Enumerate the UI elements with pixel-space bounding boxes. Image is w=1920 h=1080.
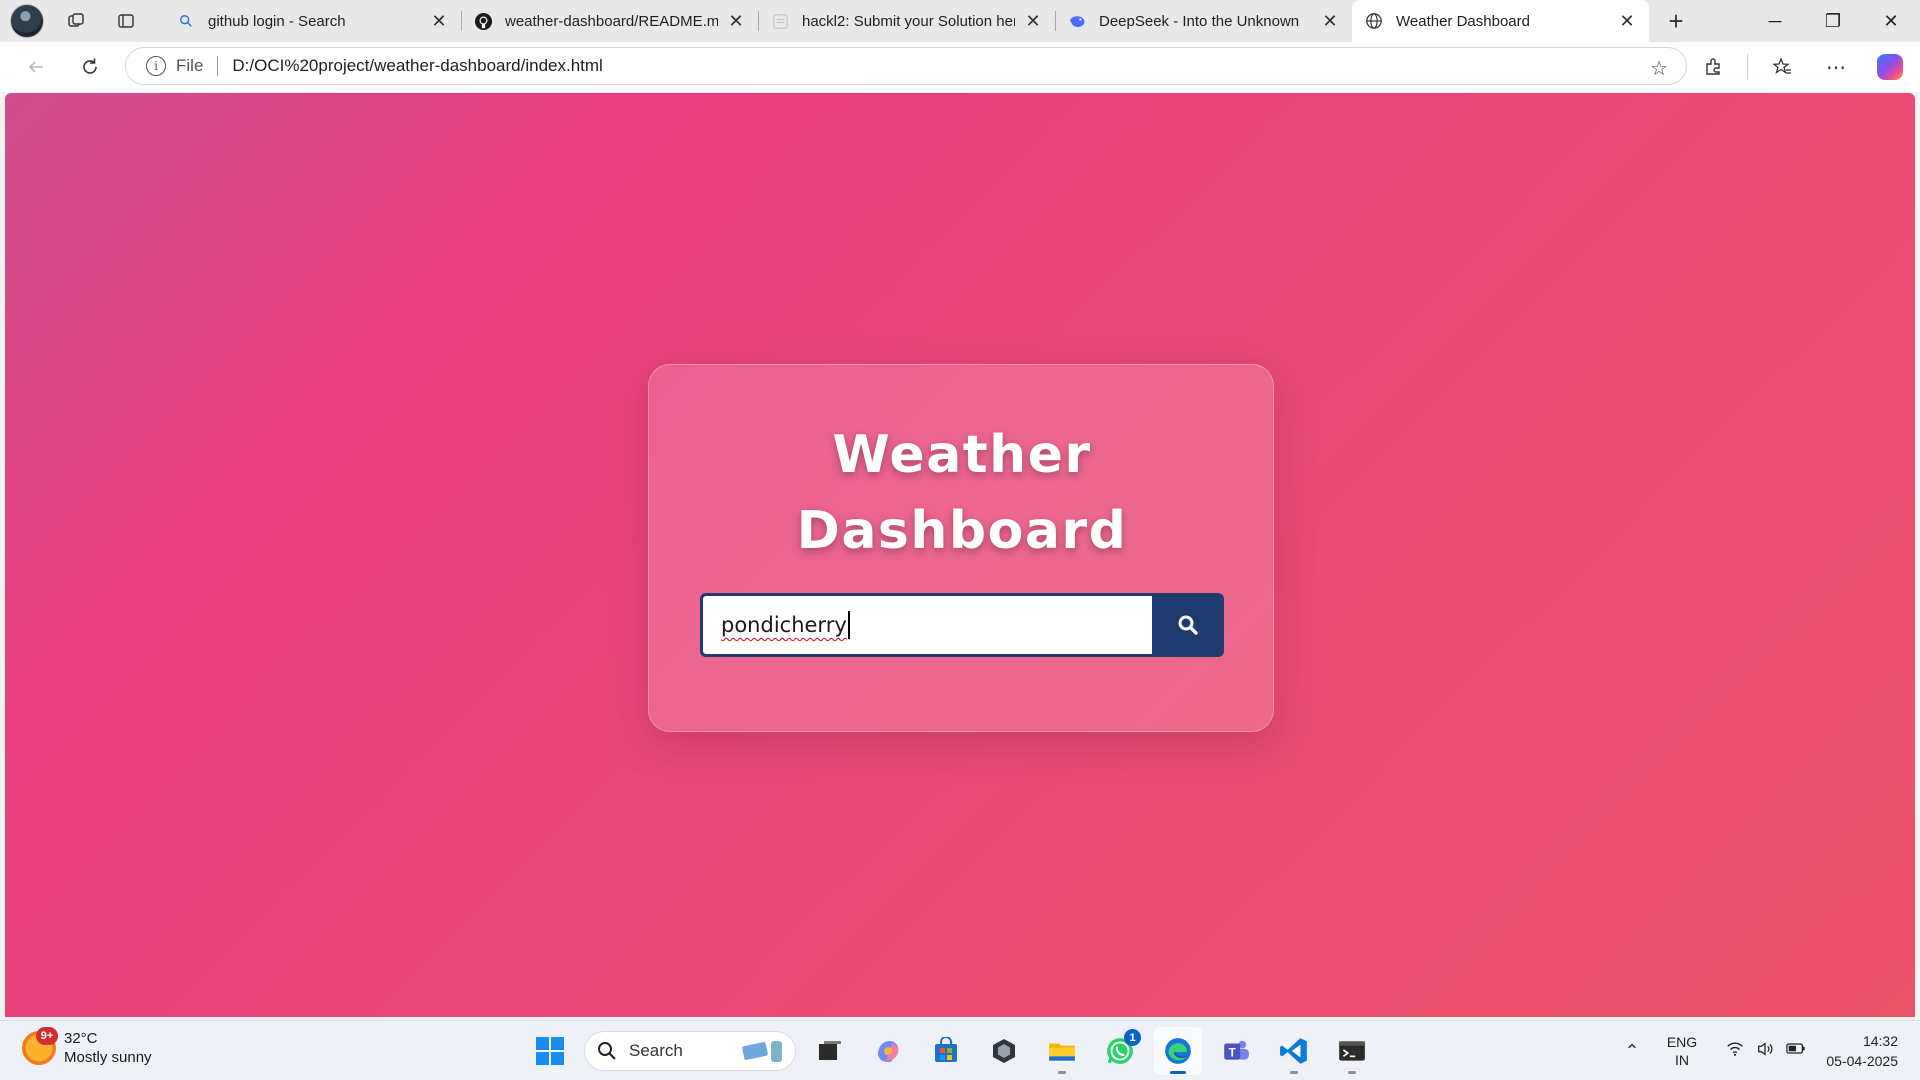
teams-icon[interactable]: T — [1212, 1027, 1260, 1075]
back-arrow-icon[interactable] — [16, 47, 56, 87]
address-divider — [217, 56, 219, 76]
document-icon — [770, 11, 790, 31]
windows-taskbar: 9+ 32°C Mostly sunny Search 1 T ⌃ ENG IN… — [0, 1020, 1920, 1080]
close-tab-icon[interactable]: ✕ — [726, 11, 746, 31]
quick-settings[interactable] — [1712, 1040, 1820, 1063]
system-tray: ⌃ ENG IN 14:32 05-04-2025 — [1612, 1021, 1920, 1080]
browser-navbar: i File D:/OCI%20project/weather-dashboar… — [0, 42, 1920, 92]
url-text[interactable]: D:/OCI%20project/weather-dashboard/index… — [232, 56, 602, 76]
input-language[interactable]: ENG IN — [1652, 1033, 1712, 1069]
notification-badge: 9+ — [36, 1027, 58, 1045]
weather-card: Weather Dashboard pondicherry — [648, 364, 1274, 732]
weather-widget[interactable]: 9+ 32°C Mostly sunny — [22, 1027, 152, 1067]
browser-tabstrip: github login - Search ✕ weather-dashboar… — [0, 0, 1920, 42]
tab-list: github login - Search ✕ weather-dashboar… — [164, 0, 1649, 42]
taskbar-search-label: Search — [629, 1041, 683, 1060]
tabstrip-left-controls — [0, 0, 144, 42]
travel-highlight-icon — [742, 1041, 782, 1062]
search-icon — [1178, 615, 1198, 635]
copilot-icon[interactable] — [1870, 47, 1910, 87]
search-input-value: pondicherry — [721, 613, 847, 637]
whatsapp-badge: 1 — [1124, 1029, 1141, 1046]
copilot-app-icon[interactable] — [864, 1027, 912, 1075]
close-tab-icon[interactable]: ✕ — [1023, 11, 1043, 31]
tab-label: Weather Dashboard — [1396, 12, 1530, 30]
edge-browser-icon[interactable] — [1154, 1027, 1202, 1075]
tab-label: weather-dashboard/README.md — [505, 12, 718, 30]
start-button[interactable] — [526, 1027, 574, 1075]
window-controls: ─ ❐ ✕ — [1746, 0, 1920, 42]
tab-label: hackl2: Submit your Solution here — [802, 12, 1015, 30]
microsoft-store-icon[interactable] — [922, 1027, 970, 1075]
close-tab-icon[interactable]: ✕ — [1320, 11, 1340, 31]
globe-icon — [1364, 11, 1384, 31]
tab-deepseek[interactable]: DeepSeek - Into the Unknown ✕ — [1055, 0, 1352, 42]
page-viewport: Weather Dashboard pondicherry — [5, 93, 1915, 1017]
whatsapp-icon[interactable]: 1 — [1096, 1027, 1144, 1075]
city-search-form: pondicherry — [700, 593, 1224, 657]
scheme-label: File — [176, 56, 204, 75]
favorite-star-icon[interactable]: ☆ — [1650, 56, 1668, 81]
tab-weather-dashboard[interactable]: Weather Dashboard ✕ — [1352, 0, 1649, 42]
dark-polygon-app-icon[interactable] — [980, 1027, 1028, 1075]
vscode-icon[interactable] — [1270, 1027, 1318, 1075]
svg-text:T: T — [1229, 1046, 1237, 1059]
search-button[interactable] — [1152, 593, 1224, 657]
refresh-icon[interactable] — [70, 47, 110, 87]
close-tab-icon[interactable]: ✕ — [1617, 11, 1637, 31]
wifi-icon — [1726, 1040, 1744, 1063]
weather-temp: 32°C — [64, 1030, 98, 1047]
minimize-icon[interactable]: ─ — [1746, 0, 1804, 42]
restore-icon[interactable]: ❐ — [1804, 0, 1862, 42]
toolbar-right: ⋯ — [1693, 42, 1920, 92]
task-view-icon[interactable] — [806, 1027, 854, 1075]
clock-date: 05-04-2025 — [1826, 1053, 1898, 1069]
running-indicator — [1348, 1071, 1356, 1074]
page-title: Weather Dashboard — [649, 417, 1275, 569]
favorites-icon[interactable] — [1762, 47, 1802, 87]
tab-weather-readme[interactable]: weather-dashboard/README.md ✕ — [461, 0, 758, 42]
tab-label: github login - Search — [208, 12, 346, 30]
github-icon — [473, 11, 493, 31]
tab-github-login-search[interactable]: github login - Search ✕ — [164, 0, 461, 42]
close-tab-icon[interactable]: ✕ — [429, 11, 449, 31]
running-indicator — [1170, 1071, 1186, 1074]
city-search-input[interactable]: pondicherry — [700, 593, 1152, 657]
system-clock[interactable]: 14:32 05-04-2025 — [1820, 1031, 1920, 1071]
deepseek-icon — [1067, 11, 1087, 31]
file-explorer-icon[interactable] — [1038, 1027, 1086, 1075]
language-region: IN — [1675, 1052, 1689, 1068]
vertical-tabs-icon[interactable] — [108, 5, 144, 37]
title-line-2: Dashboard — [796, 501, 1128, 561]
extensions-icon[interactable] — [1693, 47, 1733, 87]
weather-text: 32°C Mostly sunny — [64, 1029, 152, 1067]
search-icon — [176, 11, 196, 31]
taskbar-search[interactable]: Search — [584, 1031, 796, 1071]
show-hidden-icons-chevron-icon[interactable]: ⌃ — [1612, 1041, 1652, 1062]
battery-icon — [1786, 1042, 1806, 1060]
windows-logo-icon — [536, 1037, 564, 1065]
running-indicator — [1290, 1071, 1298, 1074]
weather-condition: Mostly sunny — [64, 1049, 152, 1066]
workspaces-icon[interactable] — [58, 5, 94, 37]
volume-icon — [1756, 1040, 1774, 1063]
clock-time: 14:32 — [1862, 1033, 1898, 1049]
close-window-icon[interactable]: ✕ — [1862, 0, 1920, 42]
text-caret — [847, 611, 850, 639]
toolbar-divider — [1747, 54, 1748, 80]
tab-hackl2-submit[interactable]: hackl2: Submit your Solution here ✕ — [758, 0, 1055, 42]
title-line-1: Weather — [832, 425, 1092, 485]
running-indicator — [1058, 1071, 1066, 1074]
language-code: ENG — [1666, 1034, 1698, 1050]
tab-label: DeepSeek - Into the Unknown — [1099, 12, 1300, 30]
taskbar-apps: Search 1 T — [526, 1027, 1376, 1075]
profile-avatar[interactable] — [10, 4, 44, 38]
address-bar[interactable]: i File D:/OCI%20project/weather-dashboar… — [125, 47, 1687, 85]
search-icon — [598, 1042, 616, 1060]
sun-icon: 9+ — [22, 1027, 58, 1065]
new-tab-button[interactable]: + — [1660, 5, 1692, 37]
terminal-icon[interactable] — [1328, 1027, 1376, 1075]
site-info-icon[interactable]: i — [146, 56, 166, 76]
more-menu-icon[interactable]: ⋯ — [1816, 47, 1856, 87]
